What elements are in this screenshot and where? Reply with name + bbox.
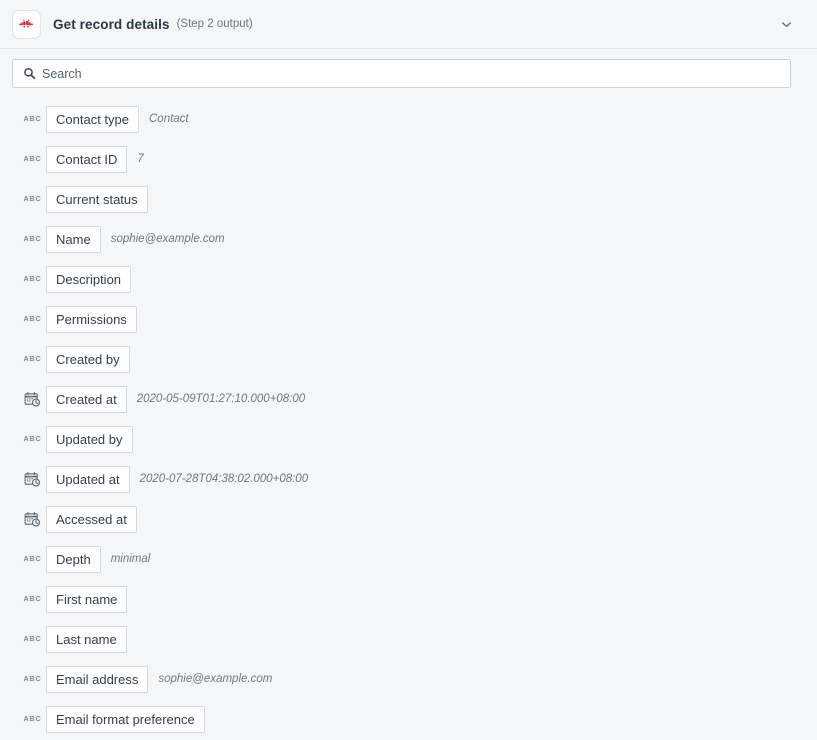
abc-icon: ABC: [23, 190, 41, 208]
abc-icon: ABC: [23, 150, 41, 168]
field-chip[interactable]: Accessed at: [46, 506, 137, 533]
abc-icon: ABC: [23, 110, 41, 128]
field-sample-value: 7: [137, 153, 143, 165]
field-row[interactable]: ABC Contact ID 7: [0, 139, 817, 179]
field-row[interactable]: ABC Depth minimal: [0, 539, 817, 579]
field-sample-value: minimal: [111, 553, 151, 565]
field-chip[interactable]: Updated by: [46, 426, 133, 453]
field-chip[interactable]: Description: [46, 266, 131, 293]
field-row[interactable]: ABC Description: [0, 259, 817, 299]
mailchimp-app-icon: [13, 11, 40, 38]
panel-title: Get record details: [53, 17, 170, 32]
output-field-picker-panel: Get record details (Step 2 output) ABC C…: [0, 0, 817, 740]
calendar-icon: [23, 510, 41, 528]
field-row[interactable]: Created at 2020-05-09T01:27:10.000+08:00: [0, 379, 817, 419]
panel-header[interactable]: Get record details (Step 2 output): [0, 0, 817, 49]
field-chip[interactable]: Depth: [46, 546, 101, 573]
panel-subtitle: (Step 2 output): [177, 18, 253, 30]
abc-icon: ABC: [23, 350, 41, 368]
field-row[interactable]: ABC Email format preference: [0, 699, 817, 739]
abc-icon: ABC: [23, 670, 41, 688]
field-chip[interactable]: Permissions: [46, 306, 137, 333]
field-row[interactable]: ABC Contact type Contact: [0, 99, 817, 139]
field-chip[interactable]: Email address: [46, 666, 148, 693]
field-list: ABC Contact typeContact ABC Contact ID7 …: [0, 98, 817, 739]
calendar-icon: [23, 390, 41, 408]
calendar-icon: [23, 470, 41, 488]
field-sample-value: sophie@example.com: [111, 233, 225, 245]
field-chip[interactable]: Contact ID: [46, 146, 127, 173]
field-chip[interactable]: Last name: [46, 626, 127, 653]
field-sample-value: 2020-05-09T01:27:10.000+08:00: [137, 393, 306, 405]
abc-icon: ABC: [23, 590, 41, 608]
abc-icon: ABC: [23, 710, 41, 728]
field-row[interactable]: ABC Created by: [0, 339, 817, 379]
field-chip[interactable]: Created by: [46, 346, 130, 373]
abc-icon: ABC: [23, 550, 41, 568]
abc-icon: ABC: [23, 310, 41, 328]
search-input[interactable]: [13, 60, 790, 87]
abc-icon: ABC: [23, 630, 41, 648]
field-row[interactable]: ABC Email address sophie@example.com: [0, 659, 817, 699]
field-row[interactable]: ABC Last name: [0, 619, 817, 659]
field-row[interactable]: ABC Updated by: [0, 419, 817, 459]
field-chip[interactable]: Contact type: [46, 106, 139, 133]
field-row[interactable]: Updated at 2020-07-28T04:38:02.000+08:00: [0, 459, 817, 499]
field-row[interactable]: ABC Current status: [0, 179, 817, 219]
field-row[interactable]: ABC Name sophie@example.com: [0, 219, 817, 259]
field-row[interactable]: ABC Permissions: [0, 299, 817, 339]
search-box[interactable]: [12, 59, 791, 88]
field-sample-value: 2020-07-28T04:38:02.000+08:00: [140, 473, 309, 485]
field-sample-value: Contact: [149, 113, 189, 125]
chevron-down-icon[interactable]: [775, 13, 797, 35]
abc-icon: ABC: [23, 430, 41, 448]
field-chip[interactable]: First name: [46, 586, 127, 613]
field-chip[interactable]: Current status: [46, 186, 148, 213]
search-section: [0, 49, 817, 98]
field-chip[interactable]: Email format preference: [46, 706, 205, 733]
field-row[interactable]: ABC First name: [0, 579, 817, 619]
field-chip[interactable]: Updated at: [46, 466, 130, 493]
field-chip[interactable]: Created at: [46, 386, 127, 413]
field-chip[interactable]: Name: [46, 226, 101, 253]
field-sample-value: sophie@example.com: [158, 673, 272, 685]
field-row[interactable]: Accessed at: [0, 499, 817, 539]
search-icon: [22, 67, 36, 81]
abc-icon: ABC: [23, 270, 41, 288]
abc-icon: ABC: [23, 230, 41, 248]
